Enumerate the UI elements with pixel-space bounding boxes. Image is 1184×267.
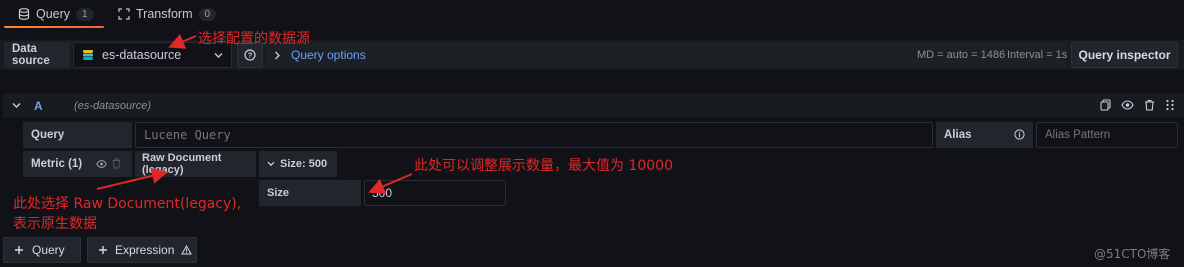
add-expression-button[interactable]: Expression <box>87 237 197 263</box>
arrow-to-datasource <box>168 34 197 49</box>
watermark: @51CTO博客 <box>1094 247 1171 261</box>
warning-triangle-icon <box>181 245 193 255</box>
arrow-to-size <box>368 173 413 194</box>
add-query-label: Query <box>32 243 65 257</box>
annotation-arrows <box>96 34 413 194</box>
add-query-button[interactable]: Query <box>3 237 81 263</box>
plus-icon <box>14 245 24 255</box>
add-expression-label: Expression <box>115 243 175 257</box>
arrow-to-metric <box>96 168 168 190</box>
plus-icon <box>98 245 108 255</box>
